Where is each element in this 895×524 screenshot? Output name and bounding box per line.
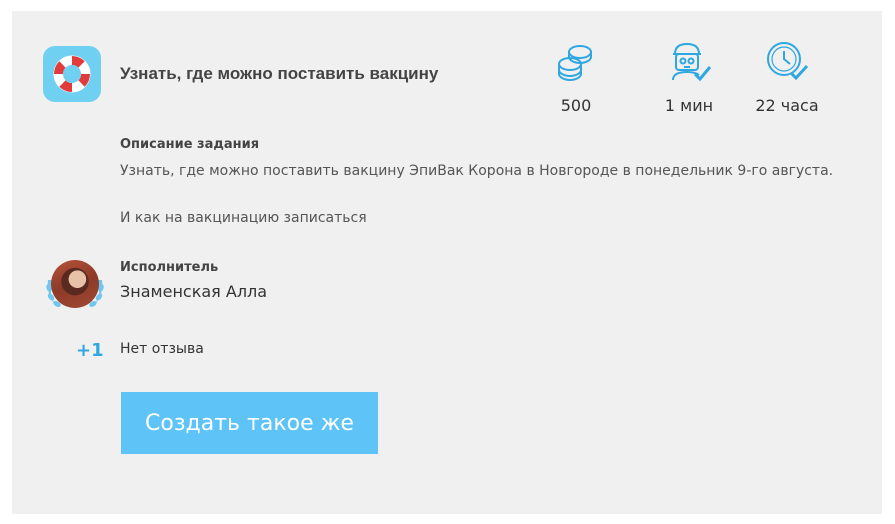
duration-stat: 1 мин xyxy=(644,40,734,115)
review-status: Нет отзыва xyxy=(120,341,204,357)
deadline-value: 22 часа xyxy=(755,96,819,115)
performer-label: Исполнитель xyxy=(120,260,219,275)
performer-avatar[interactable] xyxy=(44,258,106,316)
rating-points: +1 xyxy=(76,340,104,361)
description-text-line-2: И как на вакцинацию записаться xyxy=(120,210,367,226)
create-similar-button[interactable]: Создать такое же xyxy=(121,392,378,454)
coins-icon xyxy=(531,40,621,82)
clock-check-icon xyxy=(742,40,832,82)
reward-stat: 500 xyxy=(531,40,621,115)
avatar[interactable] xyxy=(51,260,99,308)
lifebuoy-icon xyxy=(43,46,101,102)
worker-check-icon xyxy=(644,40,734,82)
reward-value: 500 xyxy=(560,96,592,115)
task-title: Узнать, где можно поставить вакцину xyxy=(120,64,439,83)
performer-name[interactable]: Знаменская Алла xyxy=(120,282,267,301)
deadline-stat: 22 часа xyxy=(742,40,832,115)
description-label: Описание задания xyxy=(120,137,260,152)
description-text-line-1: Узнать, где можно поставить вакцину ЭпиВ… xyxy=(120,163,834,179)
duration-value: 1 мин xyxy=(664,96,714,115)
